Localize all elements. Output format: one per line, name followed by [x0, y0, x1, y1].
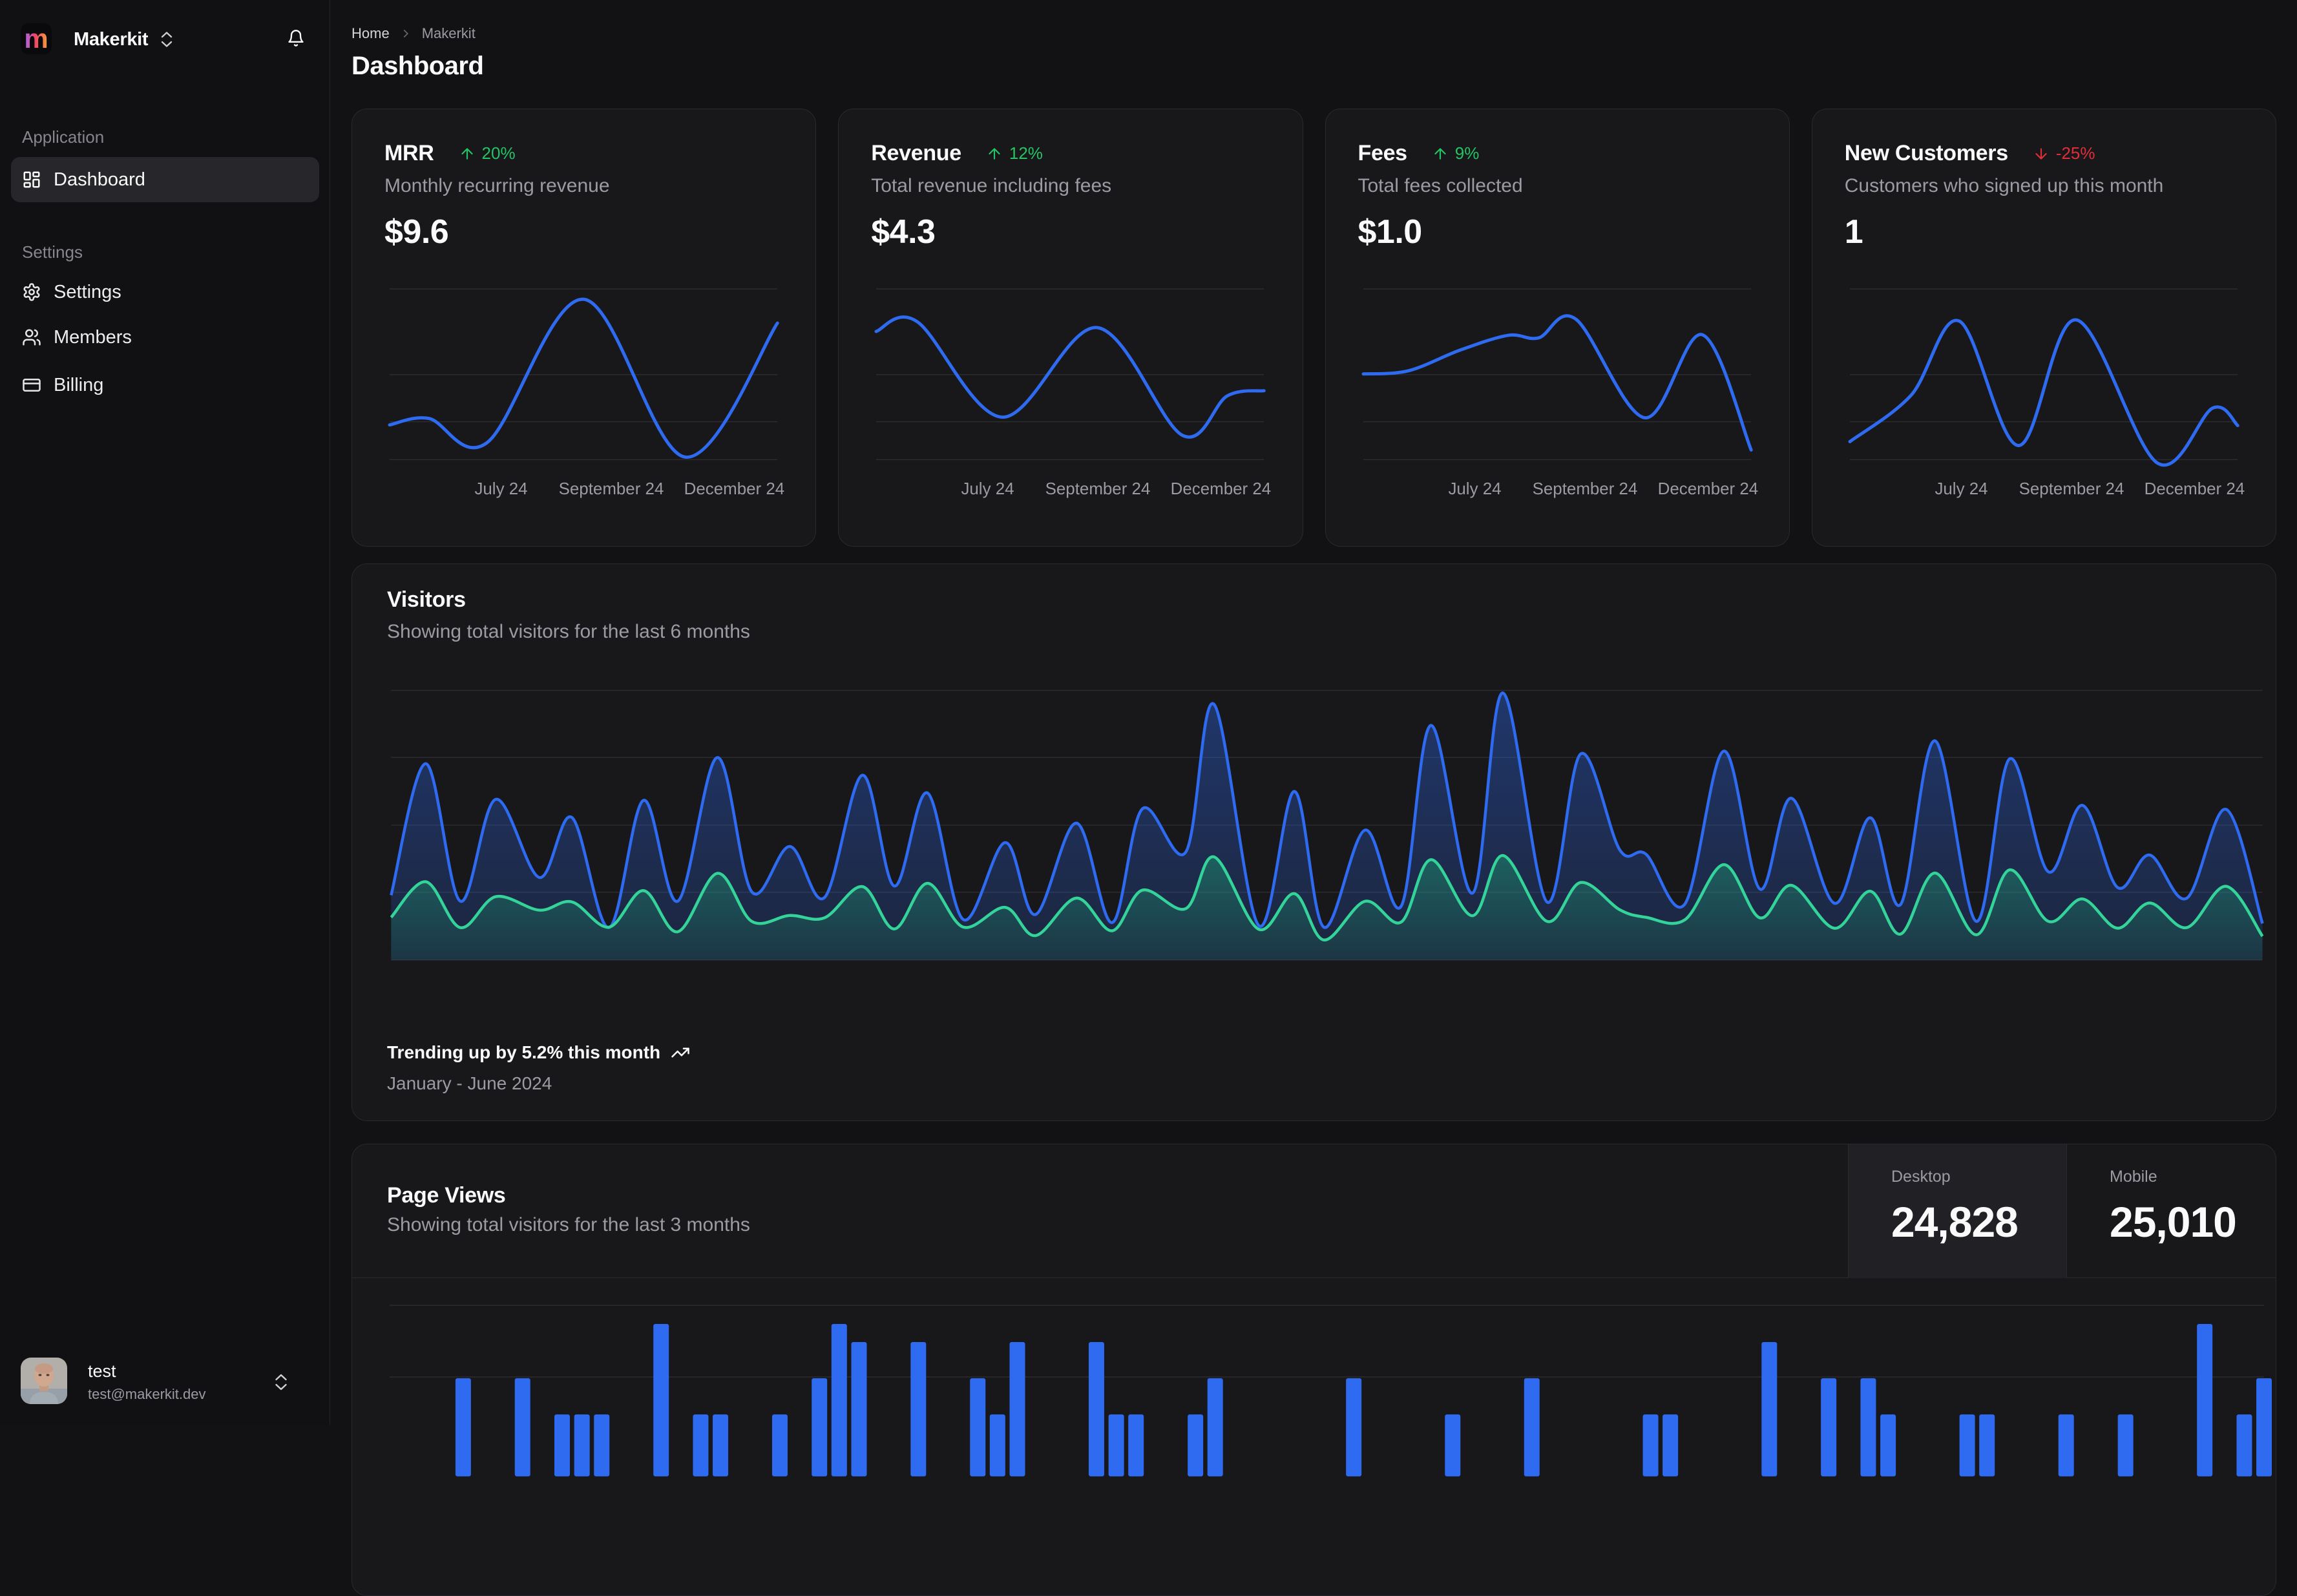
svg-text:m: m — [24, 23, 48, 54]
svg-text:September 24: September 24 — [2019, 480, 2124, 498]
svg-text:July 24: July 24 — [1448, 480, 1501, 498]
svg-text:December 24: December 24 — [2144, 480, 2245, 498]
svg-text:December 24: December 24 — [1171, 480, 1272, 498]
svg-text:December 24: December 24 — [684, 480, 785, 498]
svg-text:September 24: September 24 — [559, 480, 664, 498]
svg-text:July 24: July 24 — [961, 480, 1014, 498]
svg-text:September 24: September 24 — [1532, 480, 1637, 498]
svg-text:July 24: July 24 — [1935, 480, 1988, 498]
svg-text:December 24: December 24 — [1657, 480, 1758, 498]
svg-text:September 24: September 24 — [1045, 480, 1151, 498]
svg-text:July 24: July 24 — [474, 480, 527, 498]
